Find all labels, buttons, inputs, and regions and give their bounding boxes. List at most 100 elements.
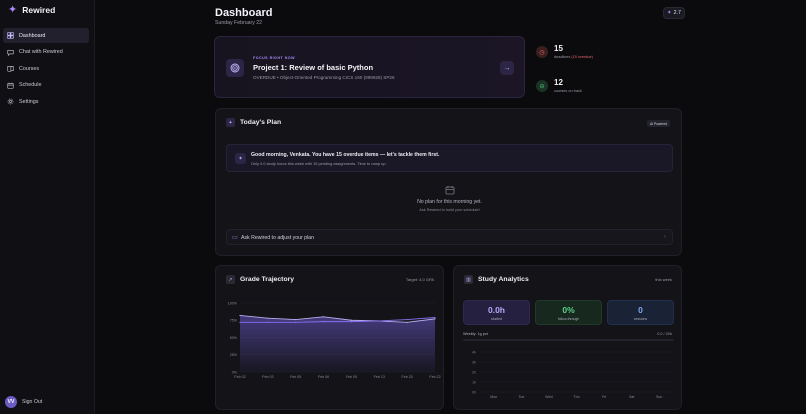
studied-label: studied: [491, 317, 502, 321]
arrow-right-icon[interactable]: →: [500, 61, 514, 75]
series-area: [240, 315, 435, 372]
analytics-period[interactable]: this week: [655, 277, 672, 282]
grade-title: Grade Trajectory: [240, 276, 295, 283]
y-tick-label: 3h: [472, 360, 476, 364]
focus-title: Project 1: Review of basic Python: [253, 63, 374, 72]
ask-rewired-button[interactable]: ▭ Ask Rewired to adjust your plan ›: [226, 229, 673, 245]
x-tick-label: Tue: [518, 395, 524, 399]
x-tick-label: Feb 06: [318, 375, 329, 379]
page-date: Sunday February 22: [215, 20, 263, 26]
sidebar-nav: Dashboard Chat with Rewired Courses Sche…: [3, 28, 89, 111]
focus-card[interactable]: FOCUS RIGHT NOW Project 1: Review of bas…: [214, 36, 525, 98]
follow-through-value: 0%: [562, 305, 575, 315]
star-icon: ✦: [667, 10, 672, 16]
sessions-value: 0: [638, 305, 643, 315]
sparkle-icon: ✦: [226, 118, 235, 127]
ask-rewired-label: Ask Rewired to adjust your plan: [241, 235, 314, 241]
sidebar-item-label: Courses: [19, 65, 40, 72]
greeting-subtext: Only 0.0 study hours this week with 15 p…: [251, 160, 387, 166]
sidebar-item-dashboard[interactable]: Dashboard: [3, 28, 89, 43]
y-tick-label: 4h: [472, 350, 476, 354]
data-point: [295, 318, 297, 321]
app-name: Rewired: [22, 5, 56, 15]
x-tick-label: Thu: [573, 395, 579, 399]
greeting-text: Good morning, Venkata. You have 15 overd…: [251, 152, 440, 158]
sessions-tile: 0 sessions: [607, 300, 674, 325]
avatar: VV: [5, 396, 17, 408]
focus-label: FOCUS RIGHT NOW: [253, 56, 296, 60]
data-point: [350, 321, 353, 323]
grade-target: Target: 4.0 GPA: [405, 277, 434, 282]
data-point: [406, 321, 408, 323]
check-icon: ⊖: [536, 80, 548, 92]
follow-through-tile: 0% follow-through: [535, 300, 602, 325]
focus-course: OVERDUE • Object-Oriented Programming CI…: [253, 75, 395, 80]
todays-plan-card: ✦ Today's Plan AI Powered ✦ Good morning…: [215, 108, 682, 256]
greeting-banner: ✦ Good morning, Venkata. You have 15 ove…: [226, 144, 673, 172]
y-tick-label: 25%: [230, 353, 238, 357]
weekly-progress-bar: [463, 339, 674, 341]
data-point: [434, 318, 436, 320]
gear-icon: [7, 98, 14, 105]
overdue-count: (15 overdue): [571, 55, 593, 59]
data-point: [322, 321, 325, 323]
deadlines-text: deadlines (15 overdue): [554, 55, 593, 59]
brand[interactable]: ✦ Rewired: [8, 4, 56, 16]
y-tick-label: 75%: [230, 319, 238, 323]
page-title: Dashboard: [215, 7, 273, 19]
follow-through-label: follow-through: [557, 317, 580, 321]
grade-trajectory-card: ↗ Grade Trajectory Target: 4.0 GPA 100% 7…: [215, 265, 444, 410]
bar-chart-icon: ▥: [464, 275, 473, 284]
study-analytics-card: ▥ Study Analytics this week 0.0h studied…: [453, 265, 682, 410]
sidebar-item-settings[interactable]: Settings: [3, 94, 89, 109]
x-tick-label: Feb 03: [262, 375, 273, 379]
x-tick-label: Sun: [656, 395, 662, 399]
data-point: [434, 316, 436, 319]
sidebar-item-label: Settings: [19, 98, 39, 105]
study-chart: 4h 3h 2h 1h 0h Mon Tue Wed Thu Fri Sat Sun: [472, 350, 673, 399]
x-tick-label: Feb 05: [290, 375, 301, 379]
streak-badge[interactable]: ✦ 2.7: [663, 7, 685, 19]
data-point: [350, 319, 353, 321]
y-tick-label: 0h: [472, 390, 476, 394]
analytics-title: Study Analytics: [478, 276, 529, 283]
analytics-tiles: 0.0h studied 0% follow-through 0 session…: [463, 300, 674, 325]
empty-plan-subtitle: Ask Rewired to build your schedule!: [419, 208, 480, 212]
y-tick-label: 0%: [232, 370, 238, 374]
data-point: [295, 321, 297, 323]
x-tick-label: Feb 22: [429, 375, 440, 379]
sidebar-item-label: Chat with Rewired: [19, 49, 63, 56]
deadlines-count: 15: [554, 44, 563, 53]
weekly-goal-value: 0.0 / 20h: [657, 332, 672, 336]
courses-count: 12: [554, 78, 563, 87]
chart-icon: ↗: [226, 275, 235, 284]
sidebar-item-courses[interactable]: Courses: [3, 61, 89, 76]
book-icon: [7, 65, 14, 72]
chat-icon: ▭: [232, 235, 238, 241]
y-tick-label: 50%: [230, 336, 238, 340]
courses-text: courses on track: [554, 89, 582, 93]
data-point: [267, 321, 269, 323]
sidebar: ✦ Rewired Dashboard Chat with Rewired Co…: [0, 0, 95, 414]
sidebar-item-schedule[interactable]: Schedule: [3, 78, 89, 93]
x-tick-label: Feb 02: [234, 375, 245, 379]
y-tick-label: 100%: [228, 301, 238, 305]
ai-powered-badge: AI Powered: [646, 120, 670, 127]
studied-value: 0.0h: [487, 305, 505, 315]
x-tick-label: Fri: [602, 395, 606, 399]
sidebar-item-chat[interactable]: Chat with Rewired: [3, 45, 89, 60]
streak-value: 2.7: [673, 10, 681, 16]
y-tick-label: 2h: [472, 370, 476, 374]
data-point: [322, 316, 325, 318]
rewired-logo-icon: ✦: [8, 4, 18, 16]
alert-icon: ◷: [536, 46, 548, 58]
chat-icon: [7, 49, 14, 56]
x-tick-label: Sat: [629, 395, 634, 399]
x-tick-label: Feb 13: [374, 375, 385, 379]
sidebar-item-label: Dashboard: [19, 32, 46, 39]
sign-out-button[interactable]: VV Sign Out: [5, 396, 42, 408]
x-tick-label: Mon: [490, 395, 497, 399]
chevron-right-icon: ›: [664, 234, 666, 240]
sessions-label: sessions: [633, 317, 648, 321]
calendar-icon: [216, 185, 683, 195]
